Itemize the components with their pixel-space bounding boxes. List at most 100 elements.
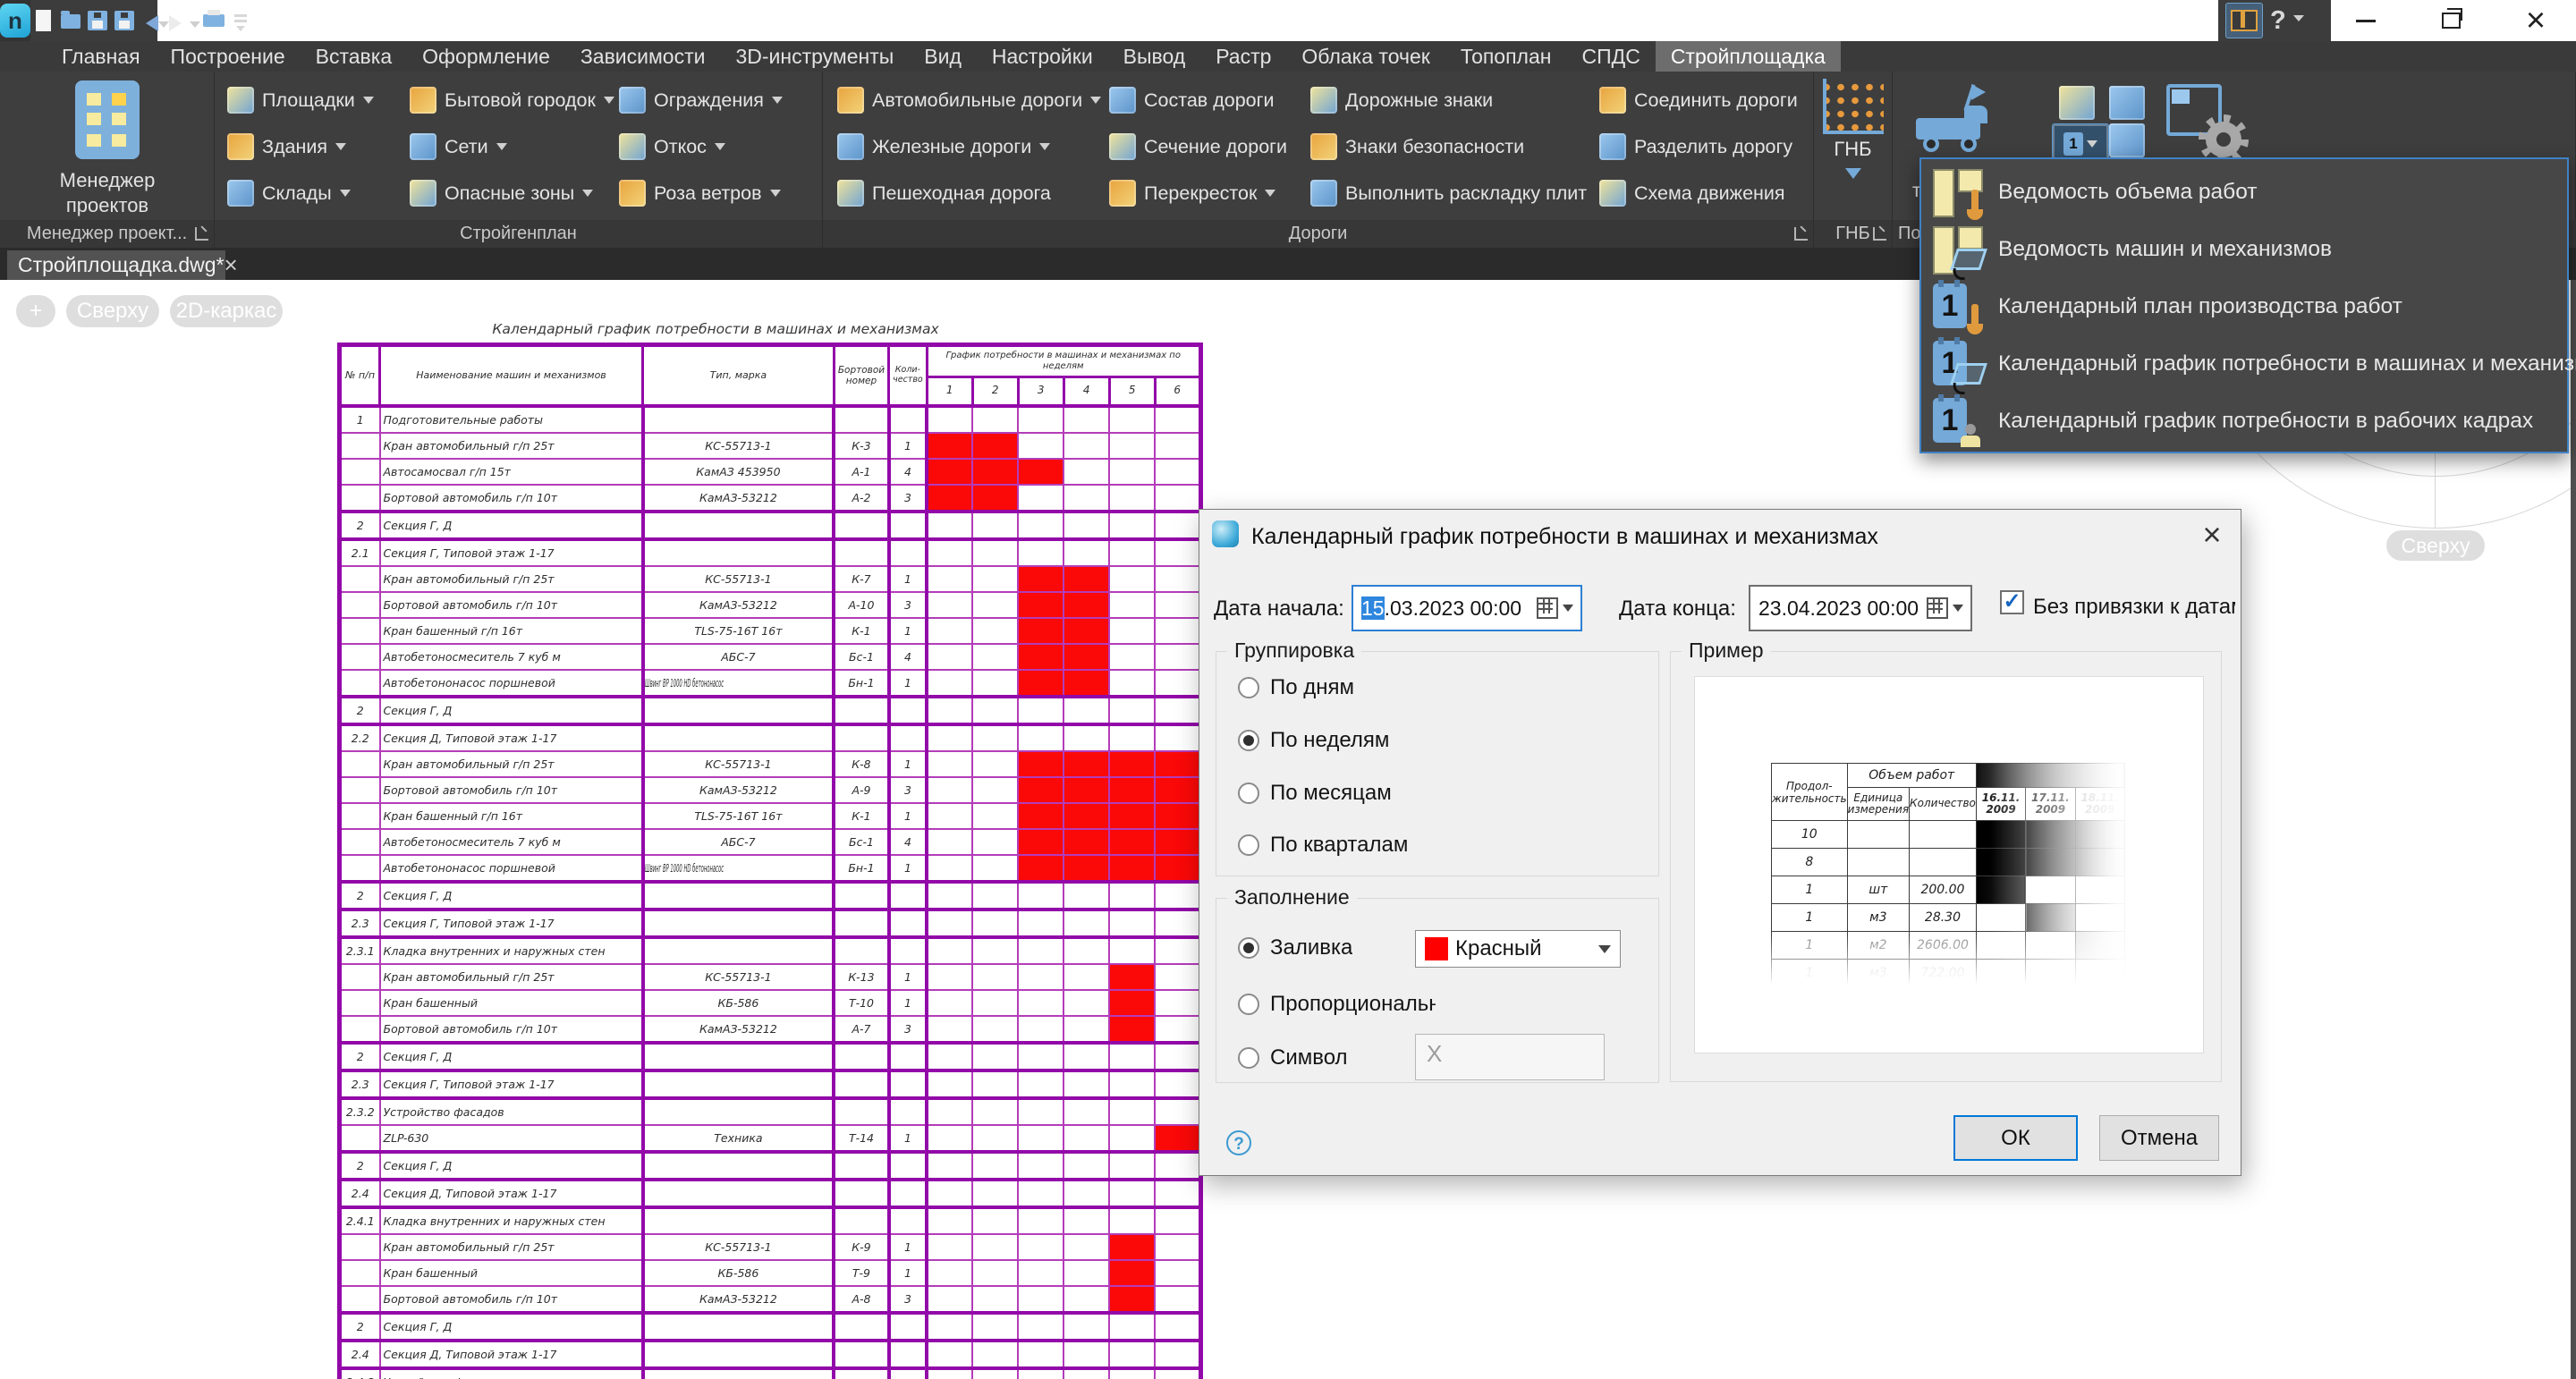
end-date-input[interactable]: 23.04.2023 00:00 [1749, 585, 1972, 631]
tab-Облака точек[interactable]: Облака точек [1286, 41, 1445, 72]
tab-3D-инструменты[interactable]: 3D-инструменты [720, 41, 909, 72]
ribbon-item-Разделить дорогу[interactable]: Разделить дорогу [1599, 123, 1798, 170]
tab-Оформление[interactable]: Оформление [407, 41, 565, 72]
fill-option-Символ[interactable]: Символ [1238, 1045, 1348, 1070]
ribbon-item-Откос[interactable]: Откос [619, 123, 783, 170]
ribbon-item-Ограждения[interactable]: Ограждения [619, 77, 783, 123]
tab-Построение[interactable]: Построение [156, 41, 301, 72]
ribbon-item-Роза ветров[interactable]: Роза ветров [619, 170, 783, 216]
restore-button[interactable] [2419, 0, 2482, 41]
compass-view-label[interactable]: Сверху [2386, 530, 2485, 561]
tab-Главная[interactable]: Главная [47, 41, 156, 72]
viewport-add-button[interactable]: + [16, 295, 55, 327]
project-manager-button[interactable]: Менеджер проектов [36, 77, 179, 218]
tab-СПДС[interactable]: СПДС [1566, 41, 1655, 72]
help-icon[interactable]: ? [2270, 6, 2286, 36]
menu-item[interactable]: 1 Календарный график потребности в машина… [1921, 335, 2576, 393]
ribbon-item-Сети[interactable]: Сети [410, 123, 614, 170]
start-date-input[interactable]: 15.03.2023 00:00 [1352, 585, 1582, 631]
undo-icon[interactable] [138, 15, 158, 31]
fill-option-Пропорционально[interactable]: Пропорционально [1238, 992, 1436, 1017]
grouping-option-По кварталам[interactable]: По кварталам [1238, 833, 1408, 858]
dialog-help-icon[interactable]: ? [1226, 1130, 1251, 1155]
ribbon-item-label: Знаки безопасности [1345, 135, 1525, 157]
ribbon-item-Здания[interactable]: Здания [227, 123, 374, 170]
ribbon-item-Знаки безопасности[interactable]: Знаки безопасности [1310, 123, 1587, 170]
schedule-machine-row: Кран башенный КБ-586 Т-10 1 [338, 989, 1202, 1017]
grouping-option-По месяцам[interactable]: По месяцам [1238, 781, 1392, 806]
symbol-input[interactable]: X [1415, 1034, 1605, 1080]
tab-Зависимости[interactable]: Зависимости [565, 41, 721, 72]
print-icon[interactable] [202, 7, 225, 34]
ribbon-group-Стройгенплан: Площадки Здания Склады Бытовой городок Сети О… [215, 72, 823, 248]
tab-Растр[interactable]: Растр [1200, 41, 1286, 72]
ribbon-item-Железные дороги[interactable]: Железные дороги [837, 123, 1101, 170]
cancel-button[interactable]: Отмена [2099, 1115, 2219, 1161]
worksheet-shovel-icon [1932, 166, 1984, 220]
ribbon-item-Состав дороги[interactable]: Состав дороги [1109, 77, 1287, 123]
ribbon-item-Сечение дороги[interactable]: Сечение дороги [1109, 123, 1287, 170]
tab-Вид[interactable]: Вид [909, 41, 977, 72]
start-date-picker-icon[interactable] [1537, 597, 1580, 619]
ribbon-item-Пешеходная дорога[interactable]: Пешеходная дорога [837, 170, 1101, 216]
whats-new-icon[interactable] [2225, 3, 2263, 38]
grouping-option-По неделям[interactable]: По неделям [1238, 728, 1389, 753]
ribbon-item-Дорожные знаки[interactable]: Дорожные знаки [1310, 77, 1587, 123]
traffic-scheme-icon [1599, 180, 1626, 207]
open-folder-icon[interactable] [59, 7, 82, 34]
redo-dropdown-icon[interactable] [190, 21, 200, 33]
ribbon-item-Автомобильные дороги[interactable]: Автомобильные дороги [837, 77, 1102, 123]
ribbon-item-Бытовой городок[interactable]: Бытовой городок [410, 77, 614, 123]
menu-item[interactable]: 1 Календарный план производства работ [1921, 278, 2567, 335]
worklist-icon[interactable] [2059, 86, 2095, 120]
machines-table-icon[interactable] [2109, 86, 2145, 120]
schedule-section-row: 2 Секция Г, Д [338, 1150, 1202, 1180]
menu-item[interactable]: Ведомость объема работ [1921, 164, 2567, 221]
tab-Настройки[interactable]: Настройки [977, 41, 1108, 72]
menu-item[interactable]: 1 Календарный график потребности в рабочи… [1921, 393, 2567, 450]
machines-truck-button[interactable] [1911, 84, 1996, 159]
dialog-launcher-icon[interactable] [195, 227, 208, 241]
tab-Стройплощадка[interactable]: Стройплощадка [1655, 41, 1841, 72]
dialog-launcher-icon[interactable] [1873, 227, 1886, 241]
close-document-icon[interactable]: × [225, 251, 238, 279]
end-date-picker-icon[interactable] [1927, 597, 1970, 619]
ribbon-item-Склады[interactable]: Склады [227, 170, 374, 216]
ribbon-column: Бытовой городок Сети Опасные зоны [410, 77, 614, 216]
dialog-close-icon[interactable]: × [2194, 517, 2230, 553]
menu-item[interactable]: Ведомость машин и механизмов [1921, 221, 2567, 278]
gnb-button[interactable]: ГНБ [1814, 79, 1892, 187]
no-dates-checkbox[interactable]: ✓ [2000, 590, 2024, 614]
ribbon-item-Перекресток[interactable]: Перекресток [1109, 170, 1287, 216]
document-tab[interactable]: Стройплощадка.dwg* × [7, 250, 238, 280]
dialog-launcher-icon[interactable] [1794, 227, 1808, 241]
minimize-button[interactable] [2334, 0, 2397, 41]
grouping-option-По дням[interactable]: По дням [1238, 675, 1354, 700]
ribbon-item-Схема движения[interactable]: Схема движения [1599, 170, 1798, 216]
ribbon-item-label: Перекресток [1144, 182, 1258, 204]
viewport-visual-style-button[interactable]: 2D-каркас [170, 295, 283, 327]
customize-toolbar-icon[interactable] [229, 7, 252, 34]
redo-icon[interactable] [169, 15, 190, 31]
viewport-view-button[interactable]: Сверху [66, 295, 159, 327]
close-button[interactable]: × [2504, 0, 2567, 41]
fill-option-Заливка[interactable]: Заливка [1238, 935, 1352, 960]
save-icon[interactable] [86, 7, 109, 34]
fill-color-select[interactable]: Красный [1415, 930, 1621, 968]
safety-signs-icon [1310, 133, 1337, 160]
undo-dropdown-icon[interactable] [158, 21, 169, 33]
table-schedule-icon[interactable] [2109, 123, 2145, 157]
ok-button[interactable]: ОК [1953, 1115, 2078, 1161]
ribbon-item-Площадки[interactable]: Площадки [227, 77, 374, 123]
ribbon-item-Соединить дороги[interactable]: Соединить дороги [1599, 77, 1798, 123]
tab-Вывод[interactable]: Вывод [1108, 41, 1201, 72]
ribbon-item-Выполнить раскладку плит[interactable]: Выполнить раскладку плит [1310, 170, 1587, 216]
ribbon-item-Опасные зоны[interactable]: Опасные зоны [410, 170, 614, 216]
new-file-icon[interactable] [32, 7, 55, 34]
tab-Топоплан[interactable]: Топоплан [1445, 41, 1567, 72]
tab-Вставка[interactable]: Вставка [301, 41, 408, 72]
save-as-icon[interactable] [113, 7, 136, 34]
help-dropdown-icon[interactable] [2292, 14, 2304, 27]
week-number: 2 [970, 375, 1020, 408]
settings-gear-button[interactable] [2166, 82, 2249, 165]
